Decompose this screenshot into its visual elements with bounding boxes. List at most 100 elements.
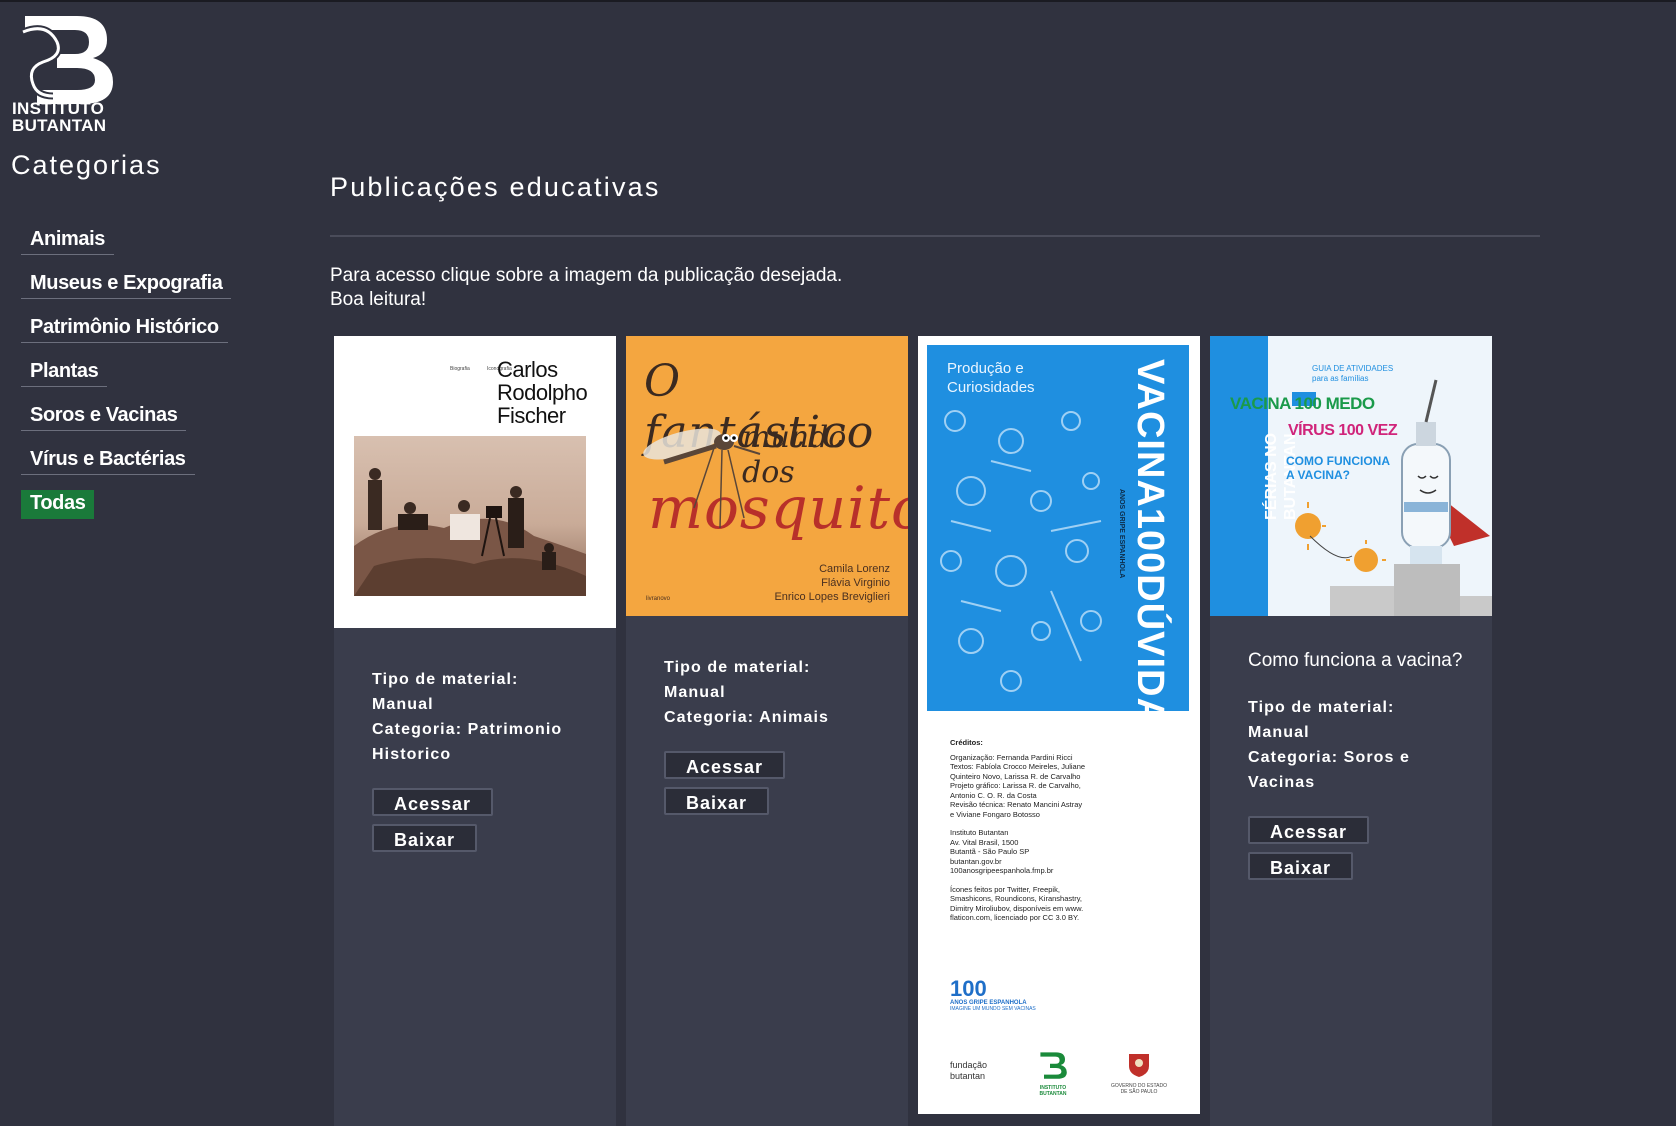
fundacao-line1: fundação xyxy=(950,1060,988,1070)
publication-card: Biografia Iconografia Carlos Rodolpho Fi… xyxy=(334,336,616,1126)
publication-cover-fischer[interactable]: Biografia Iconografia Carlos Rodolpho Fi… xyxy=(334,336,616,628)
publication-info: Tipo de material: Manual Categoria: Soro… xyxy=(1248,695,1410,795)
page-title: Publicações educativas xyxy=(330,172,661,202)
cover-credits: Créditos: Organização: Fernanda Pardini … xyxy=(950,738,1180,923)
category-line1: Categoria: Patrimonio xyxy=(372,721,563,738)
category-animais[interactable]: Animais xyxy=(21,226,115,255)
mosquito-illustration xyxy=(643,428,761,529)
gov-line2: DE SÃO PAULO xyxy=(1120,1089,1158,1095)
logo100-number: 100 xyxy=(950,976,987,1001)
intro-text: Para acesso clique sobre a imagem da pub… xyxy=(330,264,842,312)
cover-sub2: Curiosidades xyxy=(947,379,1035,396)
credits-line: Butantã - São Paulo SP xyxy=(950,847,1030,856)
cover-photo-sepia xyxy=(354,436,586,596)
cover-title-l3: Fischer xyxy=(497,403,566,428)
publication-title: Como funciona a vacina? xyxy=(1248,650,1463,671)
download-button[interactable]: Baixar xyxy=(664,787,770,815)
publication-card: Produção e Curiosidades VACINA100DÚVIDAS… xyxy=(918,336,1200,1114)
fundacao-butantan-logo: fundação butantan xyxy=(950,1060,987,1082)
category-plantas[interactable]: Plantas xyxy=(21,358,108,387)
guide-line1: GUIA DE ATIVIDADES xyxy=(1312,364,1394,373)
type-value: Manual xyxy=(372,696,434,713)
logo-line2: BUTANTAN xyxy=(12,116,107,135)
butantan-small-logo: INSTITUTO BUTANTAN xyxy=(1033,1050,1073,1097)
download-button[interactable]: Baixar xyxy=(372,824,478,852)
cover-publisher: livranovo xyxy=(646,596,671,602)
category-line2: Historico xyxy=(372,746,452,763)
publication-info: Tipo de material: Manual Categoria: Patr… xyxy=(372,667,562,767)
spine-b: DÚVIDAS xyxy=(1129,574,1171,753)
credits-line xyxy=(950,876,1180,885)
fundacao-line2: butantan xyxy=(950,1071,986,1081)
virus-pattern-icon xyxy=(940,410,1102,692)
category-virus-bacterias[interactable]: Vírus e Bactérias xyxy=(21,446,195,475)
category-patrimonio-historico[interactable]: Patrimônio Histórico xyxy=(21,314,228,343)
author-2: Flávia Virginio xyxy=(821,577,890,589)
categories-title: Categorias xyxy=(11,150,162,180)
intro-line1: Para acesso clique sobre a imagem da pub… xyxy=(330,265,843,286)
credits-line: Instituto Butantan xyxy=(950,828,1009,837)
spine-title-text: VACINA100DÚVIDAS xyxy=(1128,359,1171,752)
cover-sub1: Produção e xyxy=(947,360,1024,377)
category-line1: Categoria: Animais xyxy=(664,709,830,726)
credits-line: Av. Vital Brasil, 1500 xyxy=(950,837,1019,847)
download-button[interactable]: Baixar xyxy=(1248,852,1354,880)
cover-title-l1: Carlos xyxy=(497,357,558,382)
title-divider xyxy=(330,235,1540,237)
credits-line: butantan.gov.br xyxy=(950,856,1002,866)
access-button[interactable]: Acessar xyxy=(372,788,494,816)
top-border xyxy=(0,0,1676,2)
publication-info: Tipo de material: Manual Categoria: Anim… xyxy=(664,655,829,730)
publication-cover-ferias-butantan[interactable]: FÉRIAS NO BUTANTAN GUIA DE ATIVIDADES pa… xyxy=(1210,336,1492,616)
credits-line: 100anosgripeespanhola.fmp.br xyxy=(950,866,1054,875)
cover-title: Carlos Rodolpho Fischer xyxy=(497,357,588,428)
credits-head: Créditos: xyxy=(950,738,983,747)
spine-a: VACINA xyxy=(1129,359,1171,508)
butantan-small-logo-icon xyxy=(1040,1052,1067,1079)
coat-of-arms-icon xyxy=(1129,1054,1149,1077)
access-button[interactable]: Acessar xyxy=(1248,816,1370,844)
cover-subtitle: Produção e Curiosidades xyxy=(947,359,1035,397)
category-soros-vacinas[interactable]: Soros e Vacinas xyxy=(21,402,187,431)
logo100-tag: IMAGINE UM MUNDO SEM VACINAS xyxy=(950,1006,1036,1012)
vertical-line1: FÉRIAS NO xyxy=(1263,432,1280,520)
credits-line: Projeto gráfico: Larissa R. de Carvalho, xyxy=(950,781,1081,790)
cover-blue-panel: Produção e Curiosidades VACINA100DÚVIDAS… xyxy=(927,345,1189,752)
credits-line: Revisão técnica: Renato Mancini Astray xyxy=(950,800,1083,809)
publication-cover-mosquitos[interactable]: O fantástico mundo dos mosquitos Camila … xyxy=(626,336,908,616)
credits-line: Smashicons, Roundicons, Kiranshastry, xyxy=(950,894,1083,903)
butantan-small-line2: BUTANTAN xyxy=(1039,1091,1067,1097)
access-button[interactable]: Acessar xyxy=(664,751,786,779)
credits-line: Ícones feitos por Twitter, Freepik, xyxy=(950,884,1060,894)
logo-100-anos: 100 ANOS GRIPE ESPANHOLA IMAGINE UM MUND… xyxy=(950,976,1036,1013)
author-1: Camila Lorenz xyxy=(819,563,890,575)
intro-line2: Boa leitura! xyxy=(330,289,427,310)
publication-cover-vacina-duvidas[interactable]: Produção e Curiosidades VACINA100DÚVIDAS… xyxy=(918,336,1200,1114)
sao-paulo-gov-logo: GOVERNO DO ESTADO DE SÃO PAULO xyxy=(1104,1050,1174,1095)
credits-line: Quinteiro Novo, Larissa R. de Carvalho xyxy=(950,771,1081,781)
cover-side-band xyxy=(1210,336,1268,616)
type-value: Manual xyxy=(664,684,726,701)
type-label: Tipo de material: xyxy=(372,671,519,688)
category-list: Animais Museus e Expografia Patrimônio H… xyxy=(21,226,232,534)
cover-title-l2: Rodolpho xyxy=(497,380,588,405)
spine-small: ANOS GRIPE ESPANHOLA xyxy=(1118,489,1125,579)
spine-num: 100 xyxy=(1129,507,1171,575)
syringe-mascot-illustration xyxy=(1295,379,1492,616)
credits-line: flaticon.com, licenciado por CC 3.0 BY. xyxy=(950,913,1080,922)
credits-line: e Viviane Fongaro Botosso xyxy=(950,809,1040,819)
credits-line: Organização: Fernanda Pardini Ricci xyxy=(950,752,1073,762)
type-value: Manual xyxy=(1248,724,1310,741)
category-museus-expografia[interactable]: Museus e Expografia xyxy=(21,270,232,299)
cover-tiny-a: Biografia xyxy=(450,366,470,372)
logo-line1: INSTITUTO xyxy=(12,99,105,118)
type-label: Tipo de material: xyxy=(664,659,811,676)
type-label: Tipo de material: xyxy=(1248,699,1395,716)
publication-card: O fantástico mundo dos mosquitos Camila … xyxy=(626,336,908,1126)
category-line1: Categoria: Soros e xyxy=(1248,749,1411,766)
credits-line: Dimitry Miroliubov, disponíveis em www. xyxy=(950,903,1084,913)
category-todas[interactable]: Todas xyxy=(21,490,95,519)
category-line2: Vacinas xyxy=(1248,774,1316,791)
author-3: Enrico Lopes Breviglieri xyxy=(774,591,890,603)
credits-line: Antonio C. O. R. da Costa xyxy=(950,790,1037,800)
